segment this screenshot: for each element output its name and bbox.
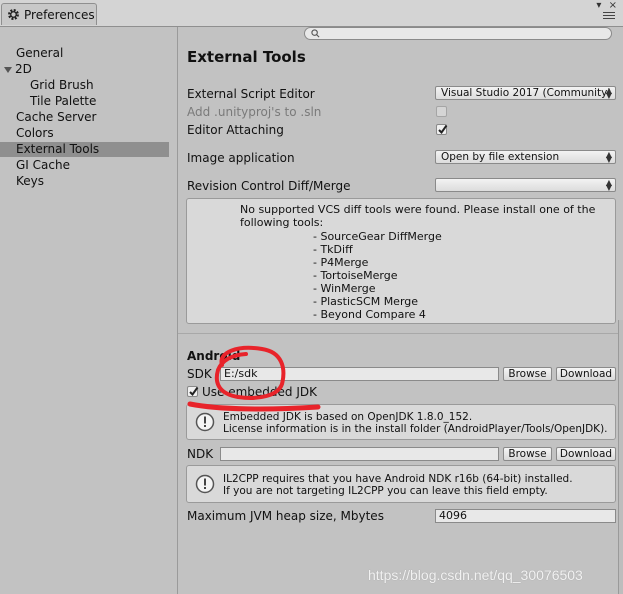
- search-input[interactable]: [304, 27, 612, 40]
- sdk-path-input[interactable]: E:/sdk: [220, 367, 499, 381]
- sidebar-item-external-tools[interactable]: External Tools: [0, 142, 169, 157]
- dropdown-arrow-icon: ▲ ▼: [605, 178, 612, 192]
- menu-icon[interactable]: [603, 12, 615, 21]
- vcs-help-box: No supported VCS diff tools were found. …: [186, 198, 616, 324]
- checkmark-icon: [438, 124, 448, 135]
- ndk-path-input[interactable]: [220, 447, 499, 461]
- sidebar-item-general[interactable]: General: [0, 46, 169, 61]
- jdk-info-line2: License information is in the install fo…: [223, 423, 608, 435]
- image-app-label: Image application: [187, 151, 295, 165]
- search-icon: [311, 29, 320, 38]
- android-heading: Android: [187, 349, 241, 363]
- script-editor-value: Visual Studio 2017 (Community): [441, 87, 612, 99]
- embedded-jdk-label: Use embedded JDK: [202, 385, 318, 399]
- image-app-dropdown[interactable]: Open by file extension ▲ ▼: [435, 150, 616, 164]
- sidebar-item-label: Cache Server: [16, 110, 97, 124]
- preferences-tab[interactable]: Preferences: [1, 3, 97, 25]
- window-edge: [618, 320, 623, 594]
- page-title: External Tools: [187, 48, 306, 66]
- sidebar-item-label: General: [16, 46, 64, 60]
- sidebar-item-colors[interactable]: Colors: [0, 126, 169, 141]
- sidebar-item-label: Colors: [16, 126, 54, 140]
- heap-size-label: Maximum JVM heap size, Mbytes: [187, 509, 384, 523]
- list-item: - P4Merge: [313, 256, 369, 269]
- watermark: https://blog.csdn.net/qq_30076503: [368, 567, 583, 583]
- gear-icon: [8, 9, 19, 20]
- sdk-path-value: E:/sdk: [224, 367, 258, 380]
- sdk-label: SDK: [187, 367, 212, 381]
- revision-control-label: Revision Control Diff/Merge: [187, 179, 351, 193]
- jdk-info-box: Embedded JDK is based on OpenJDK 1.8.0_1…: [186, 404, 616, 440]
- sidebar-item-label: External Tools: [16, 142, 100, 156]
- list-item: - TortoiseMerge: [313, 269, 398, 282]
- list-item: - TkDiff: [313, 243, 353, 256]
- vcs-tool-list: - SourceGear DiffMerge - TkDiff - P4Merg…: [313, 230, 442, 321]
- sidebar-item-label: Grid Brush: [30, 78, 94, 92]
- sidebar-item-keys[interactable]: Keys: [0, 174, 169, 189]
- list-item: - Beyond Compare 4: [313, 308, 426, 321]
- heap-size-input[interactable]: 4096: [435, 509, 616, 523]
- window-title: Preferences: [24, 7, 95, 22]
- sidebar-item-cache-server[interactable]: Cache Server: [0, 110, 169, 125]
- sidebar-item-tile-palette[interactable]: Tile Palette: [0, 94, 169, 109]
- sidebar-item-gi-cache[interactable]: GI Cache: [0, 158, 169, 173]
- sidebar: General 2D Grid Brush Tile Palette Cache…: [0, 40, 177, 594]
- title-bar: Preferences ▾ ×: [0, 0, 623, 27]
- ndk-label: NDK: [187, 447, 214, 461]
- ndk-download-button[interactable]: Download: [556, 447, 616, 461]
- window-controls[interactable]: ▾ ×: [596, 0, 619, 11]
- checkmark-icon: [189, 386, 199, 397]
- list-item: - WinMerge: [313, 282, 376, 295]
- script-editor-dropdown[interactable]: Visual Studio 2017 (Community) ▲ ▼: [435, 86, 616, 100]
- list-item: - SourceGear DiffMerge: [313, 230, 442, 243]
- sidebar-item-grid-brush[interactable]: Grid Brush: [0, 78, 169, 93]
- ndk-info-line1: IL2CPP requires that you have Android ND…: [223, 473, 573, 485]
- info-icon: [195, 412, 215, 432]
- list-item: - PlasticSCM Merge: [313, 295, 419, 308]
- sidebar-item-label: Tile Palette: [30, 94, 97, 108]
- info-icon: [195, 474, 215, 494]
- ndk-info-box: IL2CPP requires that you have Android ND…: [186, 465, 616, 503]
- sdk-browse-button[interactable]: Browse: [503, 367, 552, 381]
- embedded-jdk-checkbox[interactable]: [187, 386, 199, 397]
- editor-attaching-checkbox[interactable]: [436, 124, 448, 135]
- sidebar-item-label: Keys: [16, 174, 45, 188]
- jdk-info-line1: Embedded JDK is based on OpenJDK 1.8.0_1…: [223, 411, 473, 423]
- external-tools-panel: External Tools External Script Editor Vi…: [178, 40, 623, 594]
- sdk-download-button[interactable]: Download: [556, 367, 616, 381]
- revision-control-dropdown[interactable]: ▲ ▼: [435, 178, 616, 192]
- ndk-browse-button[interactable]: Browse: [503, 447, 552, 461]
- image-app-value: Open by file extension: [441, 151, 560, 163]
- add-unityproj-checkbox[interactable]: [436, 106, 447, 117]
- ndk-info-line2: If you are not targeting IL2CPP you can …: [223, 485, 548, 497]
- sidebar-item-label: GI Cache: [16, 158, 70, 172]
- sidebar-item-label: 2D: [15, 62, 32, 76]
- dropdown-arrow-icon: ▲ ▼: [605, 150, 612, 164]
- fold-arrow-icon[interactable]: [4, 66, 12, 73]
- add-unityproj-label: Add .unityproj's to .sln: [187, 105, 322, 119]
- vcs-message: No supported VCS diff tools were found. …: [240, 203, 596, 229]
- heap-size-value: 4096: [439, 509, 467, 522]
- sidebar-item-2d[interactable]: 2D: [0, 62, 169, 77]
- section-divider: [178, 333, 623, 334]
- editor-attaching-label: Editor Attaching: [187, 123, 284, 137]
- dropdown-arrow-icon: ▲ ▼: [605, 86, 612, 100]
- script-editor-label: External Script Editor: [187, 87, 315, 101]
